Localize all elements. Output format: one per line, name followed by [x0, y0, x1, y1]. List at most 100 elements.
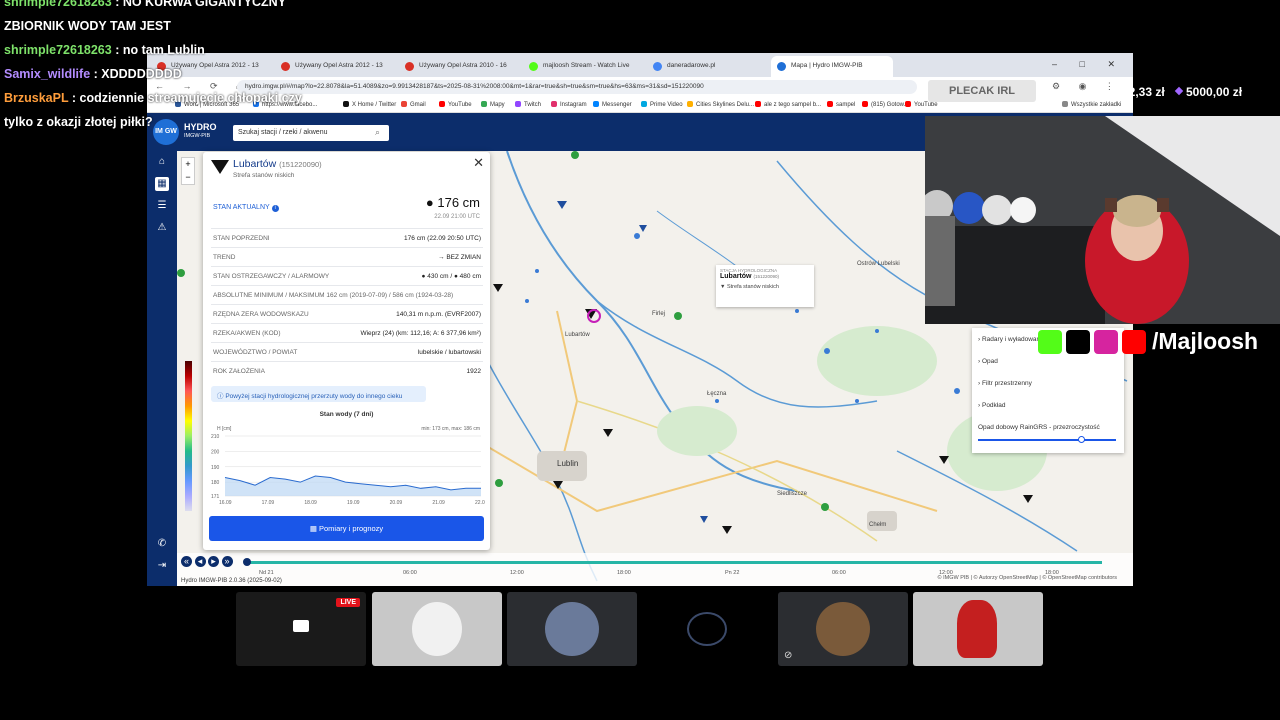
chart-title: Stan wody (7 dni)	[319, 411, 374, 418]
attribute-value: lubelskie / lubartowski	[417, 349, 481, 356]
window-controls[interactable]: – □ ✕	[1052, 59, 1125, 70]
chat-text: ZBIORNIK WODY TAM JEST	[4, 19, 171, 33]
chart-x-tick: 22.09	[475, 500, 485, 506]
layer-item[interactable]: › Opad	[978, 358, 998, 365]
station-attribute-row: STAN OSTRZEGAWCZY / ALARMOWY ● 430 cm / ●…	[211, 266, 483, 285]
timeline-bar: « ◂ ▸ » Nd 21 06:00 12:00 18:00 Pn 22 06:00 12…	[177, 553, 1133, 586]
bookmark-item[interactable]: Prime Video	[641, 101, 683, 108]
timeline-handle[interactable]	[243, 558, 251, 566]
attribute-label: RZĘDNA ZERA WODOWSKAZU	[213, 311, 309, 318]
chart-x-tick: 20.09	[390, 500, 403, 506]
chat-text: : no tam Lublin	[115, 43, 205, 57]
measurements-forecast-button[interactable]: ▦ Pomiary i prognozy	[209, 516, 484, 541]
bookmark-item[interactable]: ale z tego sampel b...	[755, 101, 821, 108]
home-icon[interactable]: ⌂	[155, 155, 169, 169]
station-attribute-row: STAN POPRZEDNI 176 cm (22.09 20:50 UTC)	[211, 228, 483, 247]
avatar	[412, 602, 462, 656]
selected-station-marker[interactable]	[587, 309, 601, 323]
donation-amount: 42,33 zł	[1122, 85, 1165, 99]
timeline-label: Nd 21	[259, 570, 274, 576]
tab-favicon-icon	[529, 62, 538, 71]
map-label-firlej: Firlej	[652, 311, 665, 317]
precip-legend	[185, 361, 192, 511]
browser-extension-icons[interactable]: ⚙ ◉ ⋮	[1052, 81, 1122, 92]
chat-username: Samix_wildlife	[4, 67, 91, 81]
browser-tab[interactable]: Mapa | Hydro IMGW-PIB	[771, 56, 893, 77]
chat-message: shrimple72618263 : no tam Lublin	[4, 42, 524, 58]
layer-item[interactable]: Opad dobowy RainGRS - przezroczystość	[978, 424, 1100, 431]
map-zoom-controls[interactable]: + −	[181, 157, 195, 185]
avatar	[545, 602, 599, 656]
map-label-ostrow: Ostrów Lubelski	[857, 261, 900, 267]
chat-text: tylko z okazji złotej piłki?	[4, 115, 153, 129]
layer-label: Opad	[981, 358, 998, 365]
call-tile-2[interactable]	[372, 592, 502, 666]
bookmark-item[interactable]: Instagram	[551, 101, 587, 108]
call-tile-3[interactable]	[507, 592, 637, 666]
layer-label: Opad dobowy RainGRS - przezroczystość	[978, 424, 1100, 431]
call-tile-1[interactable]: LIVE	[236, 592, 366, 666]
tiktok-icon	[1066, 330, 1090, 354]
warning-icon[interactable]: ⚠	[155, 221, 169, 235]
list-icon[interactable]: ☰	[155, 199, 169, 213]
timeline-controls[interactable]: « ◂ ▸ »	[181, 556, 233, 567]
chat-message: shrimple72618263 : NO KURWA GIGANTYCZNY	[4, 0, 524, 10]
phone-icon[interactable]: ✆	[155, 537, 169, 551]
chart-y-tick: 200	[211, 449, 220, 455]
layer-item[interactable]: › Podkład	[978, 402, 1005, 409]
browser-tab[interactable]: majloosh Stream - Watch Live	[523, 56, 645, 77]
bookmark-item[interactable]: sampel	[827, 101, 855, 108]
attribute-label: RZEKA/AKWEN (KOD)	[213, 330, 281, 337]
attribute-label: WOJEWÓDZTWO / POWIAT	[213, 349, 298, 356]
chat-message: BrzuskaPL : codziennie streamujecie chło…	[4, 90, 524, 106]
map-icon[interactable]: ▦	[155, 177, 169, 191]
timeline-label: 06:00	[403, 570, 417, 576]
call-tile-4[interactable]	[642, 592, 772, 666]
app-version: Hydro IMGW-PIB 2.0.36 (2025-09-02)	[181, 578, 282, 584]
chart-x-tick: 19.09	[347, 500, 360, 506]
timeline-label: 12:00	[510, 570, 524, 576]
bookmark-item[interactable]: (815) Gotow...	[862, 101, 909, 108]
station-attribute-row: RZĘDNA ZERA WODOWSKAZU 140,31 m n.p.m. (E…	[211, 304, 483, 323]
station-attribute-row: ABSOLUTNE MINIMUM / MAKSIMUM 162 cm (201…	[211, 285, 483, 304]
chat-overlay: shrimple72618263 : NO KURWA GIGANTYCZNY Z…	[4, 0, 524, 138]
chart-y-tick: 180	[211, 480, 220, 486]
browser-tab[interactable]: daneradarowe.pl	[647, 56, 769, 77]
instagram-icon	[1094, 330, 1118, 354]
layer-item[interactable]: › Filtr przestrzenny	[978, 380, 1032, 387]
current-level-label: STAN AKTUALNY i	[213, 204, 279, 212]
bookmark-item[interactable]: YouTube	[905, 101, 938, 108]
bookmark-item[interactable]: Messenger	[593, 101, 632, 108]
layer-label: Radary i wyładowania	[981, 336, 1046, 343]
opacity-slider[interactable]	[978, 436, 1116, 443]
tooltip-name: Lubartów (151220090)	[720, 273, 779, 280]
chat-username: BrzuskaPL	[4, 91, 69, 105]
timeline-slider[interactable]	[247, 561, 1102, 564]
tab-label: majloosh Stream - Watch Live	[543, 62, 630, 69]
station-title: Lubartów (151220090)	[233, 158, 322, 170]
bookmark-item[interactable]: Wszystkie zakładki	[1062, 101, 1121, 108]
chat-text: : NO KURWA GIGANTYCZNY	[115, 0, 287, 9]
timeline-label: 06:00	[832, 570, 846, 576]
logout-icon[interactable]: ⇥	[155, 559, 169, 573]
chart-x-tick: 17.09	[262, 500, 275, 506]
chat-message: tylko z okazji złotej piłki?	[4, 114, 524, 130]
streamer-webcam	[925, 116, 1280, 324]
call-tile-5[interactable]: ⊘	[778, 592, 908, 666]
attribute-value: 140,31 m n.p.m. (EVRF2007)	[396, 311, 481, 318]
station-map-tooltip: STACJA HYDROLOGICZNA Lubartów (151220090…	[716, 265, 814, 307]
call-tile-6[interactable]	[913, 592, 1043, 666]
layer-item[interactable]: › Radary i wyładowania	[978, 336, 1045, 343]
plecak-overlay: PLECAK IRL	[928, 80, 1036, 102]
bookmark-item[interactable]: Cities Skylines Delu...	[687, 101, 754, 108]
station-attribute-row: TREND → BEZ ZMIAN	[211, 247, 483, 266]
opacity-slider-handle[interactable]	[1078, 436, 1085, 443]
chat-text: : codziennie streamujecie chłopaki czy	[71, 91, 302, 105]
map-label-chelm: Chełm	[869, 522, 887, 528]
chat-username: shrimple72618263	[4, 0, 112, 9]
attribute-label: ROK ZAŁOŻENIA	[213, 368, 266, 375]
tab-favicon-icon	[653, 62, 662, 71]
water-level-chart[interactable]: 17118019020021016.09 17.09 18.09 19.09 20.09…	[209, 432, 485, 508]
chart-y-tick: 210	[211, 434, 220, 440]
close-icon[interactable]: ✕	[473, 155, 484, 171]
